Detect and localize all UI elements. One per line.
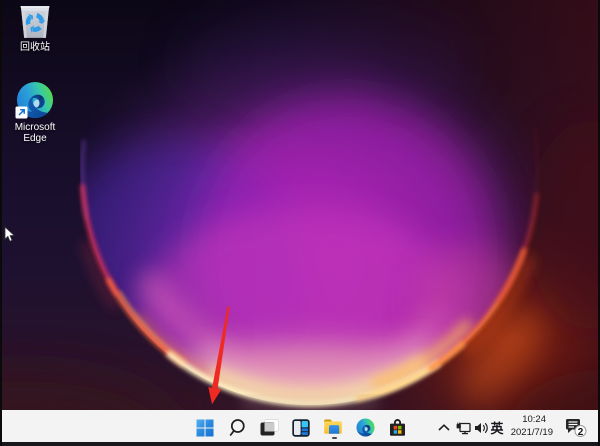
svg-text:2: 2 bbox=[578, 426, 584, 437]
